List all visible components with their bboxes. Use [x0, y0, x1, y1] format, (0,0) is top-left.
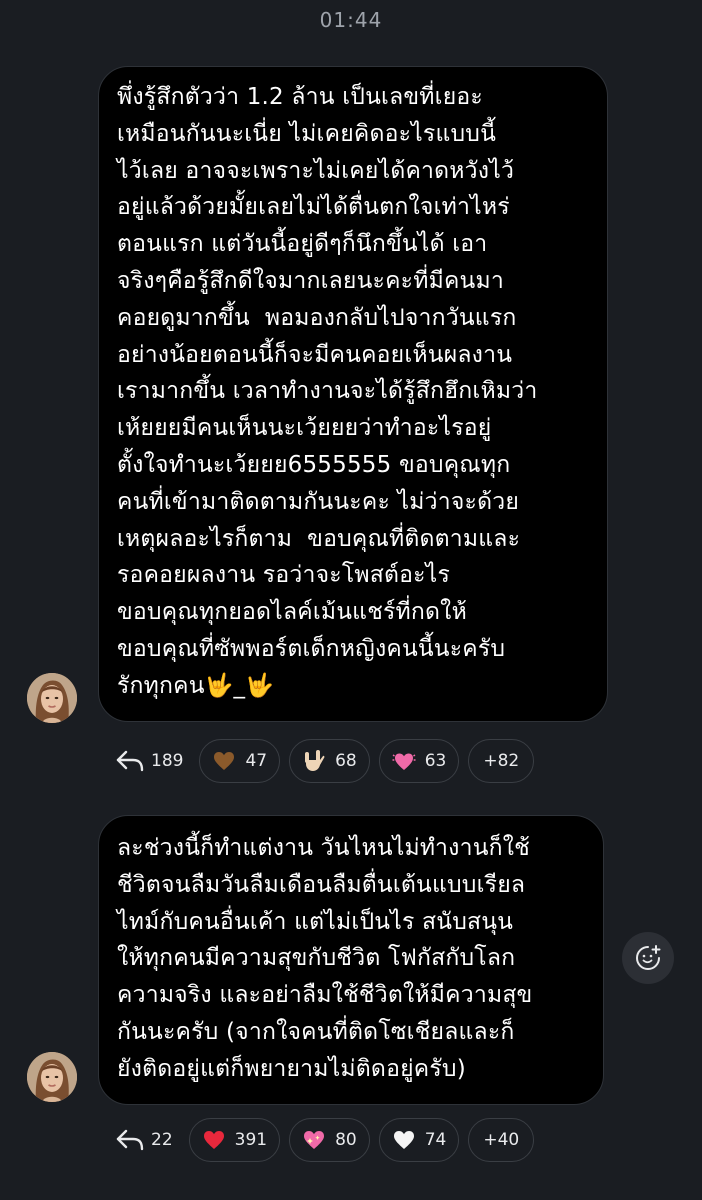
add-reaction-button[interactable]: [622, 932, 674, 984]
message-text: พึ่งรู้สึกตัวว่า 1.2 ล้าน เป็นเลขที่เยอะ…: [117, 84, 538, 699]
brown-heart-icon: [212, 749, 236, 773]
reaction-chip-beating-heart[interactable]: 63: [378, 739, 460, 783]
reaction-bar: 22 391 80 74 +40: [115, 1117, 543, 1163]
reply-arrow-icon: [116, 1129, 144, 1151]
reaction-chip-brown-heart[interactable]: 47: [199, 739, 281, 783]
sender-avatar[interactable]: [27, 673, 77, 723]
sparkling-heart-icon: [302, 1128, 326, 1152]
love-you-gesture-icon: [302, 749, 326, 773]
message-timestamp: 01:44: [319, 8, 383, 32]
reaction-count: 80: [335, 1130, 357, 1150]
reply-count: 22: [151, 1130, 173, 1150]
more-reactions-chip[interactable]: +82: [468, 739, 535, 783]
reaction-chip-sparkling-heart[interactable]: 80: [289, 1118, 370, 1162]
reaction-count: 74: [424, 1130, 447, 1150]
avatar-image: [27, 1052, 77, 1102]
more-reactions-chip[interactable]: +40: [468, 1118, 535, 1162]
reaction-chip-love-you-gesture[interactable]: 68: [289, 739, 370, 783]
white-heart-icon: [392, 1128, 416, 1152]
reaction-count: 47: [245, 751, 268, 771]
red-heart-icon: [202, 1128, 226, 1152]
reply-arrow-icon: [116, 750, 144, 772]
reaction-count: 63: [424, 751, 447, 771]
message-bubble[interactable]: พึ่งรู้สึกตัวว่า 1.2 ล้าน เป็นเลขที่เยอะ…: [98, 66, 608, 722]
reaction-bar: 189 47 68 63 +82: [115, 738, 543, 784]
avatar-image: [27, 673, 77, 723]
reply-button[interactable]: 22: [115, 1117, 173, 1163]
reaction-count: 391: [234, 1130, 268, 1150]
message-bubble[interactable]: ละช่วงนี้ก็ทำแต่งาน วันไหนไม่ทำงานก็ใช้ …: [98, 815, 604, 1105]
reply-button[interactable]: 189: [115, 738, 183, 784]
message-text: ละช่วงนี้ก็ทำแต่งาน วันไหนไม่ทำงานก็ใช้ …: [117, 835, 533, 1082]
beating-heart-icon: [392, 749, 416, 773]
reaction-count: 68: [335, 751, 357, 771]
more-reactions-count: +82: [483, 751, 520, 771]
reply-count: 189: [151, 751, 184, 771]
more-reactions-count: +40: [483, 1130, 520, 1150]
add-reaction-icon: [636, 945, 661, 970]
reaction-chip-white-heart[interactable]: 74: [378, 1118, 460, 1162]
sender-avatar[interactable]: [27, 1052, 77, 1102]
reaction-chip-red-heart[interactable]: 391: [188, 1118, 281, 1162]
